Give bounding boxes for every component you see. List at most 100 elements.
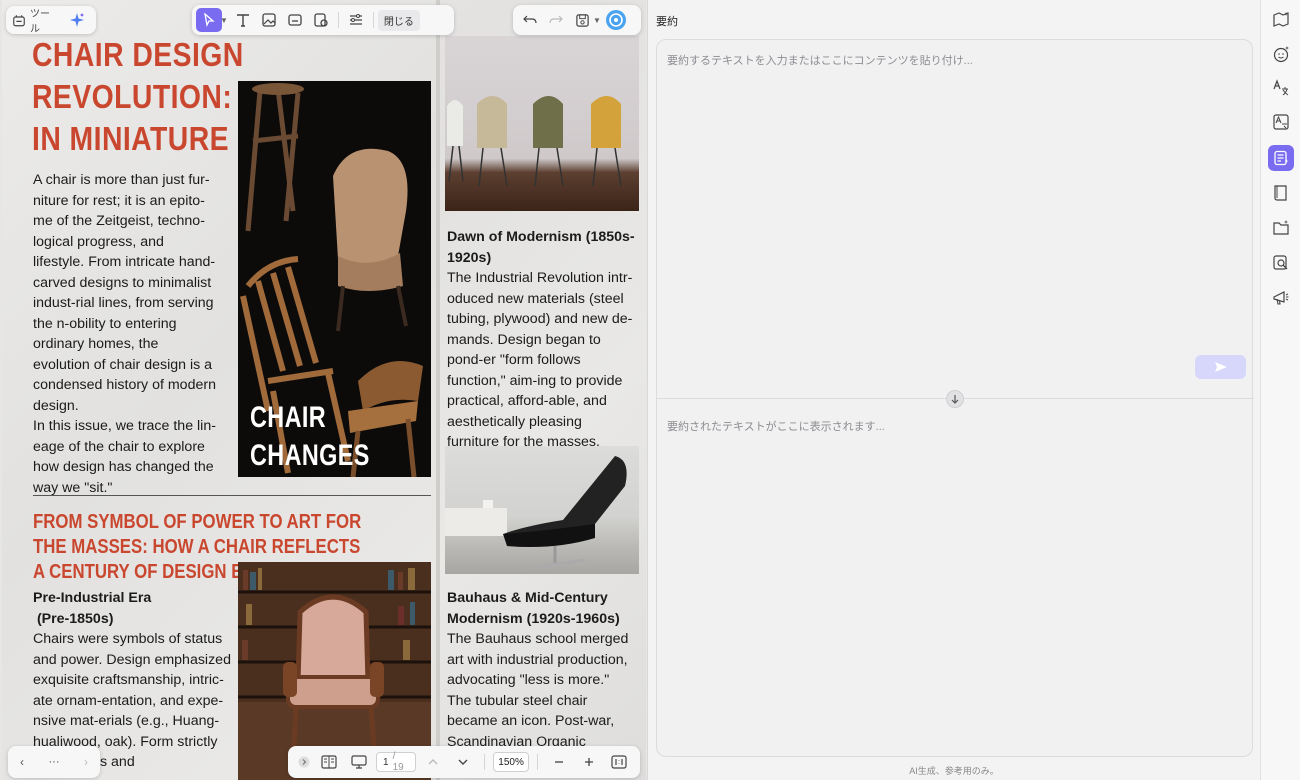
fiberglass-chairs-photo: [445, 36, 639, 211]
arrow-down-icon: [951, 395, 959, 404]
chevron-down-icon[interactable]: ▼: [220, 16, 228, 25]
total-pages: / 19: [392, 751, 404, 773]
presentation-mode-button[interactable]: [346, 750, 372, 774]
page-layout-icon: [321, 755, 337, 769]
view-toolbar: 1 / 19 150%: [288, 746, 640, 778]
ai-chat-button[interactable]: [1268, 7, 1294, 33]
link-icon: [288, 14, 302, 26]
next-page-button[interactable]: [450, 750, 476, 774]
summarize-button[interactable]: [1268, 145, 1294, 171]
translate-button[interactable]: [1268, 75, 1294, 101]
toolbar-separator: [537, 754, 538, 770]
ai-assistant-icon: [605, 10, 626, 30]
search-document-button[interactable]: [1268, 250, 1294, 276]
era3-title: Bauhaus & Mid-Century Modernism (1920s-1…: [447, 590, 620, 627]
image-icon: [262, 13, 276, 27]
tools-label: ツール: [30, 9, 50, 35]
current-page-input[interactable]: 1: [383, 757, 389, 768]
close-edit-button[interactable]: 閉じる: [377, 9, 420, 31]
stamp-tool-button[interactable]: [308, 8, 334, 32]
photo-caption: CHAIR CHANGES: [250, 399, 370, 475]
page-indicator[interactable]: 1 / 19: [376, 751, 417, 773]
read-button[interactable]: [1268, 180, 1294, 206]
previous-arrow-button[interactable]: ‹: [14, 750, 30, 774]
tools-icon: [13, 14, 25, 26]
ai-sparkle-button[interactable]: [64, 8, 90, 32]
chevron-down-icon: [458, 759, 468, 765]
save-options-chevron-icon[interactable]: ▼: [593, 16, 601, 25]
ai-smile-icon: [1273, 46, 1289, 63]
scroll-down-button[interactable]: [946, 390, 964, 408]
summary-panel: 要約 要約するテキストを入力またはここにコンテンツを貼り付け... 要約されたテ…: [648, 0, 1260, 780]
presentation-button[interactable]: [1268, 285, 1294, 311]
ai-assistant-button[interactable]: [603, 8, 629, 32]
translate-icon: [1273, 79, 1289, 96]
send-icon: [1214, 362, 1227, 372]
chairs-collage-photo: CHAIR CHANGES: [238, 81, 431, 477]
minus-icon: [555, 761, 563, 763]
image-tool-button[interactable]: [256, 8, 282, 32]
era-modernism: Dawn of Modernism (1850s-1920s) The Indu…: [447, 227, 637, 453]
expand-button[interactable]: [296, 750, 312, 774]
edit-toolbar: ▼ 閉じる: [192, 5, 454, 35]
ai-sparkle-icon: [70, 13, 84, 27]
save-button[interactable]: [569, 8, 595, 32]
summary-card: 要約するテキストを入力またはここにコンテンツを貼り付け... 要約されたテキスト…: [656, 39, 1254, 757]
redo-icon: [549, 15, 563, 24]
zoom-in-button[interactable]: [576, 750, 602, 774]
section-rule: [33, 495, 431, 496]
tools-toolbar: ツール: [6, 6, 96, 35]
ai-disclaimer: AI生成、参考用のみ。: [909, 766, 999, 776]
folder-icon: [1273, 220, 1289, 235]
toolbar-separator: [372, 12, 374, 28]
ai-chat-icon: [1273, 12, 1289, 27]
intro-paragraph-2: In this issue, we trace the lin-eage of …: [33, 418, 216, 496]
history-toolbar: ▼: [513, 5, 641, 35]
chevron-right-circle-icon: [298, 756, 310, 768]
properties-icon: [349, 14, 362, 25]
search-doc-icon: [1273, 255, 1288, 270]
select-icon: [204, 13, 215, 27]
tools-button[interactable]: ツール: [12, 8, 58, 35]
page-nav-left: ‹ ··· ›: [8, 746, 100, 778]
right-rail: [1260, 0, 1300, 780]
summarize-icon: [1274, 150, 1289, 166]
zoom-level[interactable]: 150%: [493, 752, 529, 772]
undo-button[interactable]: [517, 8, 543, 32]
redo-button[interactable]: [543, 8, 569, 32]
panel-title: 要約: [656, 16, 678, 28]
column-divider: [436, 0, 440, 780]
document-viewer[interactable]: CHAIR DESIGN REVOLUTION: AN EPIC IN MINI…: [0, 0, 648, 780]
chevron-up-icon: [428, 759, 438, 765]
era-pre-industrial: Pre-Industrial Era (Pre-1850s) Chairs we…: [33, 588, 233, 773]
more-button[interactable]: ···: [49, 756, 60, 768]
translate-page-icon: [1273, 114, 1289, 130]
ai-smile-button[interactable]: [1268, 41, 1294, 67]
folder-button[interactable]: [1268, 215, 1294, 241]
next-arrow-button[interactable]: ›: [78, 750, 94, 774]
era2-title: Dawn of Modernism (1850s-1920s): [447, 229, 635, 266]
leather-lounge-chair-photo: [445, 446, 639, 574]
actual-size-icon: [611, 755, 627, 769]
undo-icon: [523, 15, 537, 24]
page-layout-button[interactable]: [316, 750, 342, 774]
link-tool-button[interactable]: [282, 8, 308, 32]
summary-input[interactable]: 要約するテキストを入力またはここにコンテンツを貼り付け...: [667, 52, 1237, 68]
text-tool-button[interactable]: [230, 8, 256, 32]
stamp-icon: [314, 13, 328, 27]
translate-page-button[interactable]: [1268, 109, 1294, 135]
read-icon: [1274, 185, 1287, 201]
select-tool-button[interactable]: [196, 8, 222, 32]
document-page: CHAIR DESIGN REVOLUTION: AN EPIC IN MINI…: [2, 0, 646, 780]
era1-subtitle: (Pre-1850s): [33, 610, 114, 627]
previous-page-button[interactable]: [420, 750, 446, 774]
actual-size-button[interactable]: [606, 750, 632, 774]
save-icon: [575, 13, 589, 27]
send-button[interactable]: [1195, 355, 1246, 379]
properties-button[interactable]: [343, 8, 369, 32]
caption-line-1: CHAIR: [250, 401, 327, 434]
summary-output: 要約されたテキストがここに表示されます...: [667, 421, 885, 433]
toolbar-separator: [337, 12, 339, 28]
presentation-icon: [1273, 291, 1289, 305]
zoom-out-button[interactable]: [546, 750, 572, 774]
